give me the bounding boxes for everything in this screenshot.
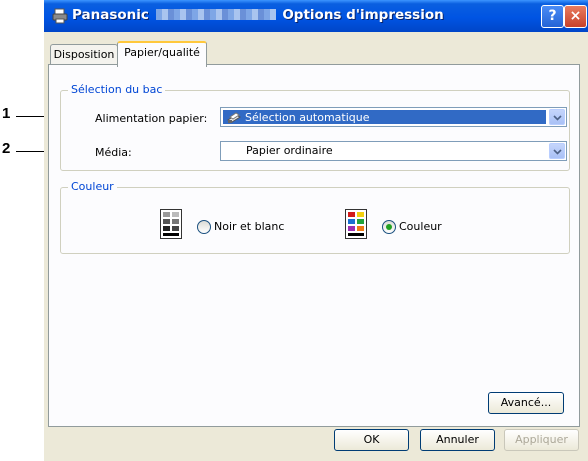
paper-source-select[interactable]: Sélection automatique [220, 107, 567, 127]
monochrome-radio[interactable] [197, 220, 211, 234]
redacted-model [155, 9, 276, 20]
monochrome-label[interactable]: Noir et blanc [214, 220, 284, 233]
tab-paper-quality[interactable]: Papier/qualité [117, 41, 207, 67]
media-label: Média: [95, 146, 132, 159]
callout-2: 2 [2, 140, 11, 157]
ok-button[interactable]: OK [334, 429, 409, 451]
chevron-down-icon[interactable] [549, 109, 565, 125]
media-value: Papier ordinaire [246, 144, 333, 157]
tray-selection-legend: Sélection du bac [68, 83, 166, 96]
apply-button[interactable]: Appliquer [504, 429, 579, 451]
tab-disposition[interactable]: Disposition [50, 44, 118, 65]
paper-tray-icon [226, 112, 242, 123]
print-options-dialog: Panasonic Options d'impression ? × Dispo… [44, 0, 588, 461]
media-select[interactable]: Papier ordinaire [220, 141, 567, 161]
color-icon [345, 209, 367, 239]
close-button[interactable]: × [564, 5, 587, 28]
paper-source-selection: Sélection automatique [223, 110, 546, 124]
printer-icon [52, 8, 68, 24]
color-legend: Couleur [68, 180, 117, 193]
window-title: Panasonic Options d'impression [72, 7, 444, 23]
color-label[interactable]: Couleur [399, 220, 442, 233]
paper-source-label: Alimentation papier: [95, 112, 208, 125]
color-radio[interactable] [382, 220, 396, 234]
chevron-down-icon[interactable] [549, 143, 565, 159]
title-bar[interactable]: Panasonic Options d'impression ? × [44, 0, 588, 32]
color-group [60, 187, 570, 254]
radio-selected-dot [386, 224, 392, 230]
paper-source-value: Sélection automatique [245, 111, 370, 124]
callout-1: 1 [2, 105, 11, 122]
cancel-button[interactable]: Annuler [420, 429, 495, 451]
monochrome-icon [160, 209, 182, 239]
help-button[interactable]: ? [541, 5, 564, 28]
advanced-button[interactable]: Avancé... [488, 392, 564, 414]
